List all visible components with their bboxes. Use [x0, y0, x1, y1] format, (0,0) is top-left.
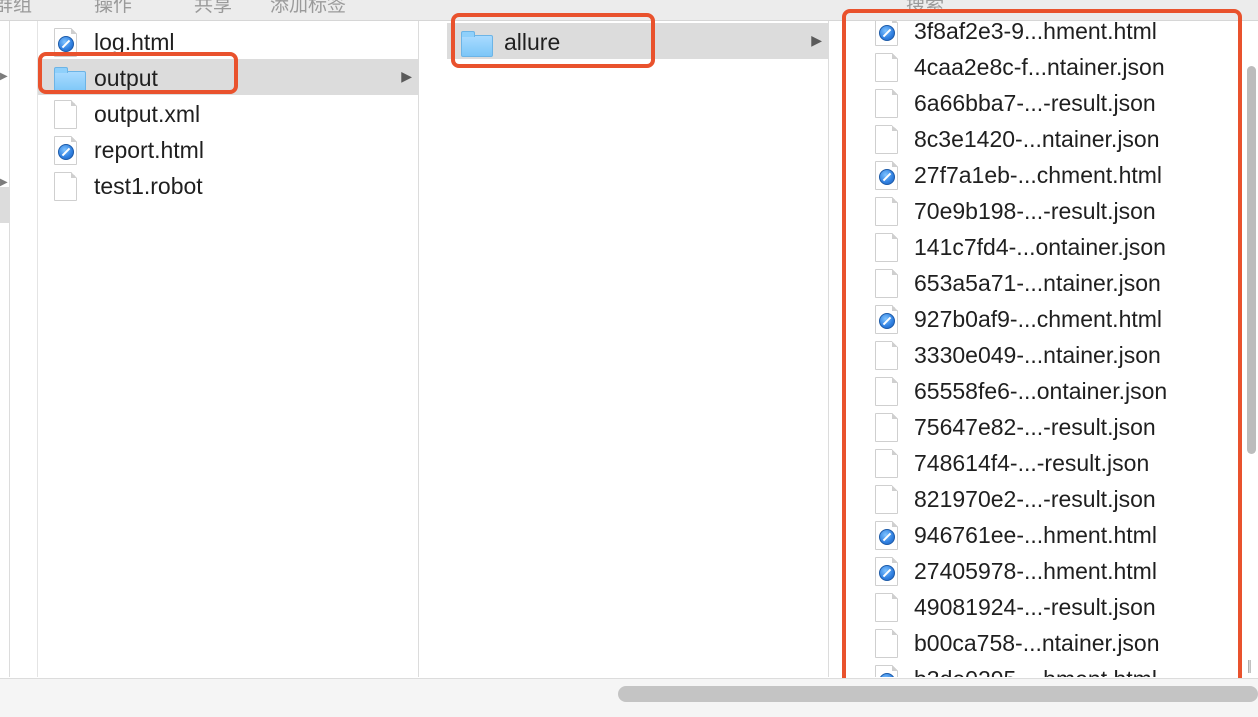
- chevron-right-icon: ▶: [401, 68, 412, 84]
- list-item-label: output.xml: [94, 101, 201, 127]
- chevron-right-icon: ▶: [0, 71, 8, 82]
- column-parent-sliver[interactable]: ▶ ▶: [0, 21, 10, 677]
- sliver-selected-row: [0, 187, 9, 223]
- toolbar-action-label[interactable]: 操作: [94, 0, 132, 17]
- highlight-allure-contents: [842, 9, 1242, 690]
- chevron-right-icon: ▶: [811, 32, 822, 48]
- list-item[interactable]: output.xml: [38, 95, 418, 131]
- document-file-icon: [54, 100, 77, 129]
- toolbar-share-label[interactable]: 共享: [194, 0, 232, 17]
- list-item-label: test1.robot: [94, 173, 203, 199]
- highlight-allure-folder: [451, 13, 655, 68]
- vertical-scrollbar[interactable]: [1247, 66, 1256, 454]
- list-item[interactable]: test1.robot: [38, 167, 418, 203]
- chevron-right-icon: ▶: [0, 177, 8, 188]
- horizontal-scrollbar[interactable]: [618, 686, 1258, 702]
- toolbar-add-tag-label[interactable]: 添加标签: [270, 0, 346, 17]
- list-item[interactable]: report.html: [38, 131, 418, 167]
- safari-html-file-icon: [54, 136, 77, 165]
- toolbar-group-label[interactable]: 群组: [0, 0, 32, 17]
- column-output-parent[interactable]: || || log.htmloutput▶output.xmlreport.ht…: [38, 21, 419, 677]
- document-file-icon: [54, 172, 77, 201]
- highlight-output-folder: [38, 52, 238, 94]
- list-item-label: report.html: [94, 137, 204, 163]
- column-output[interactable]: || allure▶: [447, 21, 829, 677]
